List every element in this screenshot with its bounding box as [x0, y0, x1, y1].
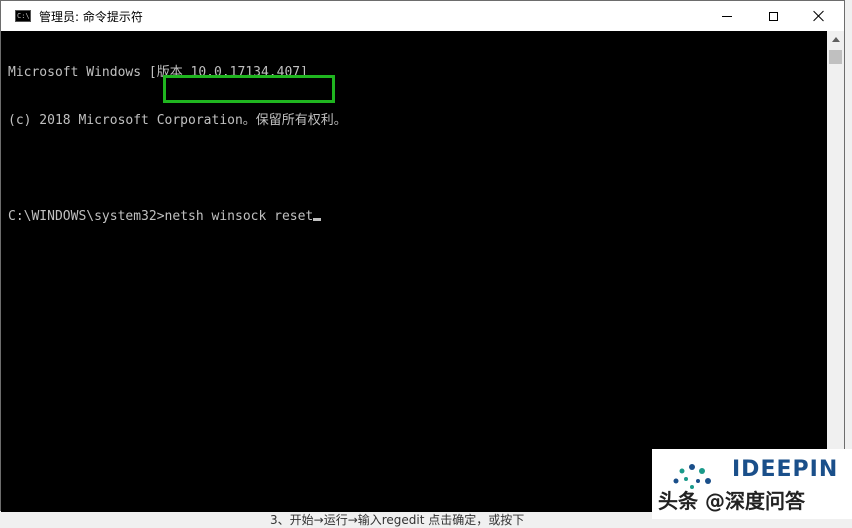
window-title: 管理员: 命令提示符 — [39, 10, 143, 24]
close-button[interactable] — [796, 1, 842, 31]
cmd-window: C:\ 管理员: 命令提示符 Microsoft Windows [版本 10.… — [0, 0, 845, 512]
prompt-text: C:\WINDOWS\system32> — [8, 209, 165, 224]
watermark-handle: 头条 @深度问答 — [658, 489, 805, 513]
scroll-up-arrow-icon[interactable] — [827, 31, 844, 48]
close-icon — [813, 10, 825, 22]
minimize-button[interactable] — [704, 1, 750, 31]
text-cursor — [313, 218, 322, 221]
command-text: netsh winsock reset — [164, 209, 314, 224]
console-copyright-line: (c) 2018 Microsoft Corporation。保留所有权利。 — [8, 113, 347, 128]
cmd-app-icon[interactable]: C:\ — [15, 10, 31, 22]
console-command-line: C:\WINDOWS\system32>netsh winsock reset — [8, 209, 827, 225]
scrollbar-thumb[interactable] — [829, 50, 842, 64]
maximize-icon — [768, 11, 778, 21]
title-bar[interactable]: C:\ 管理员: 命令提示符 — [1, 1, 844, 31]
watermark-brand: IDEEPIN — [732, 457, 839, 482]
command-highlight-box — [163, 75, 335, 103]
vertical-scrollbar[interactable] — [827, 31, 844, 512]
minimize-icon — [722, 15, 732, 17]
console-area[interactable]: Microsoft Windows [版本 10.0.17134.407] (c… — [1, 31, 827, 512]
watermark: IDEEPIN 头条 @深度问答 — [652, 449, 852, 519]
background-article-text: 3、开始→运行→输入regedit 点击确定，或按下 — [270, 513, 525, 527]
console-version-line: Microsoft Windows [版本 10.0.17134.407] — [8, 65, 308, 80]
maximize-button[interactable] — [750, 1, 796, 31]
